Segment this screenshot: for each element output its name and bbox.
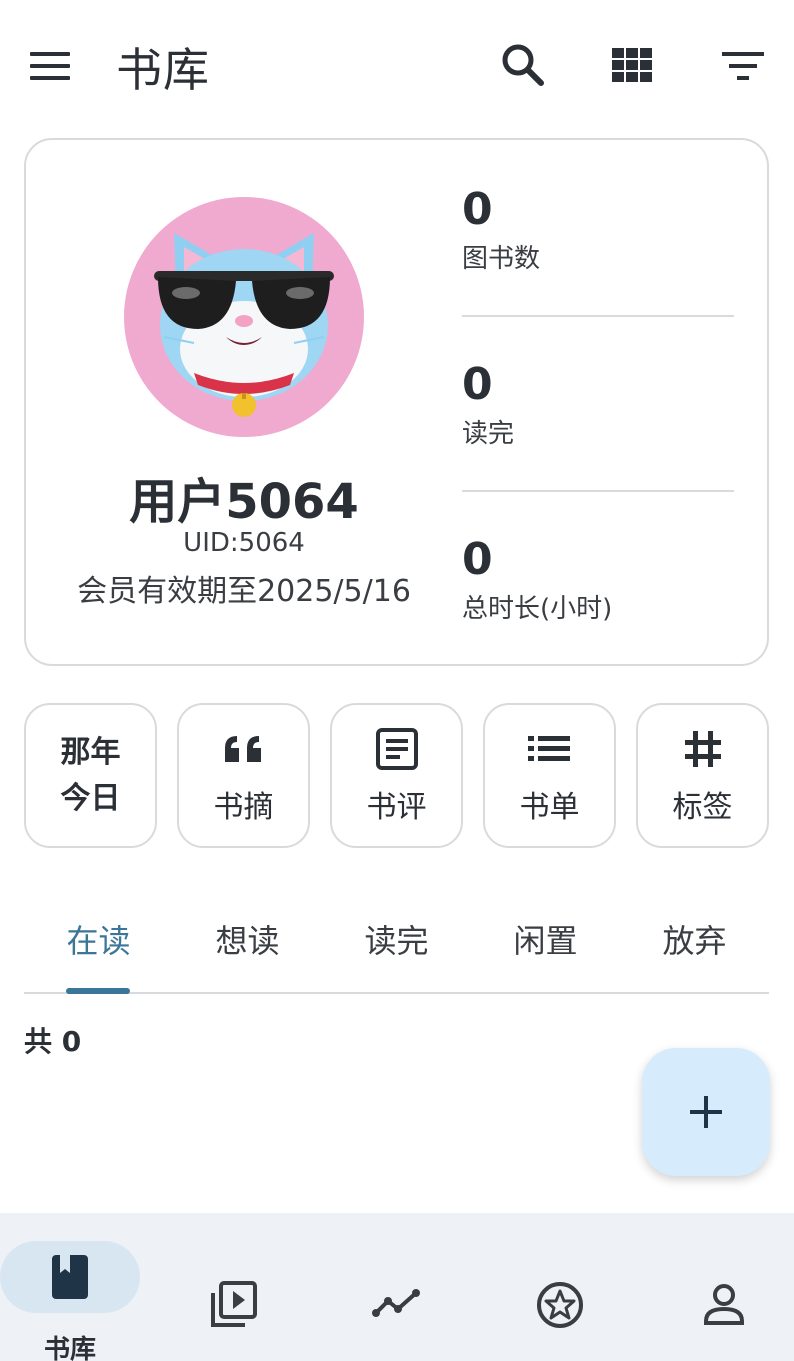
person-icon: [698, 1279, 750, 1331]
hashtag-icon: [680, 726, 726, 772]
grid-view-icon[interactable]: [608, 44, 658, 88]
nav-achievements[interactable]: [476, 1213, 634, 1361]
stat-label: 读完: [462, 419, 515, 449]
quote-icon: [221, 726, 267, 772]
bottom-navigation: 书库: [0, 1213, 794, 1361]
stat-books[interactable]: 0 图书数: [462, 184, 734, 275]
cat-avatar-icon: [154, 233, 334, 417]
shortcut-label: 书评: [366, 789, 427, 825]
stat-label: 图书数: [462, 244, 541, 274]
user-id: UID:5064: [183, 528, 305, 558]
on-this-day-button[interactable]: 那年 今日: [24, 703, 157, 848]
filter-icon[interactable]: [718, 44, 768, 88]
divider: [462, 490, 734, 492]
profile-card: 用户5064 UID:5064 会员有效期至2025/5/16 0 图书数 0 …: [24, 138, 769, 666]
page-title: 书库: [116, 43, 210, 97]
tab-finished[interactable]: 读完: [322, 916, 471, 962]
stat-finished[interactable]: 0 读完: [462, 359, 734, 450]
on-this-day-line1: 那年: [60, 734, 121, 770]
reviews-button[interactable]: 书评: [330, 703, 463, 848]
stat-value: 0: [462, 184, 493, 235]
reading-status-tabs: 在读 想读 读完 闲置 放弃: [24, 900, 769, 994]
book-count: 共 0: [24, 1025, 82, 1058]
library-screen: 书库 用户5064 UID:5064 会员有效期至2025/5/16 0 图书数…: [0, 0, 794, 1361]
excerpts-button[interactable]: 书摘: [177, 703, 310, 848]
plus-icon: [690, 1096, 722, 1128]
shortcut-label: 书单: [519, 789, 580, 825]
video-library-icon: [207, 1279, 259, 1331]
add-book-button[interactable]: [642, 1048, 770, 1176]
book-icon: [44, 1251, 96, 1303]
booklists-button[interactable]: 书单: [483, 703, 616, 848]
tab-want-to-read[interactable]: 想读: [173, 916, 322, 962]
tab-reading[interactable]: 在读: [24, 916, 173, 962]
avatar[interactable]: [124, 197, 364, 437]
active-tab-indicator: [66, 988, 130, 994]
nav-library[interactable]: 书库: [0, 1213, 158, 1361]
tags-button[interactable]: 标签: [636, 703, 769, 848]
nav-videos[interactable]: [158, 1213, 316, 1361]
stat-value: 0: [462, 359, 493, 410]
menu-icon[interactable]: [28, 44, 72, 88]
nav-label: 书库: [43, 1335, 96, 1361]
top-app-bar: 书库: [0, 0, 794, 130]
membership-expiry: 会员有效期至2025/5/16: [77, 574, 411, 609]
search-icon[interactable]: [498, 40, 548, 90]
review-icon: [374, 726, 420, 772]
chart-line-icon: [370, 1279, 422, 1331]
divider: [462, 315, 734, 317]
username: 用户5064: [129, 474, 359, 530]
list-icon: [527, 726, 573, 772]
nav-profile[interactable]: [635, 1213, 793, 1361]
stat-value: 0: [462, 534, 493, 585]
star-badge-icon: [534, 1279, 586, 1331]
tab-abandoned[interactable]: 放弃: [620, 916, 769, 962]
nav-statistics[interactable]: [317, 1213, 475, 1361]
stat-label: 总时长(小时): [462, 594, 613, 624]
stat-total-hours[interactable]: 0 总时长(小时): [462, 534, 734, 625]
on-this-day-line2: 今日: [60, 780, 121, 816]
tab-idle[interactable]: 闲置: [471, 916, 620, 962]
shortcut-label: 书摘: [213, 789, 274, 825]
shortcut-label: 标签: [672, 789, 733, 825]
